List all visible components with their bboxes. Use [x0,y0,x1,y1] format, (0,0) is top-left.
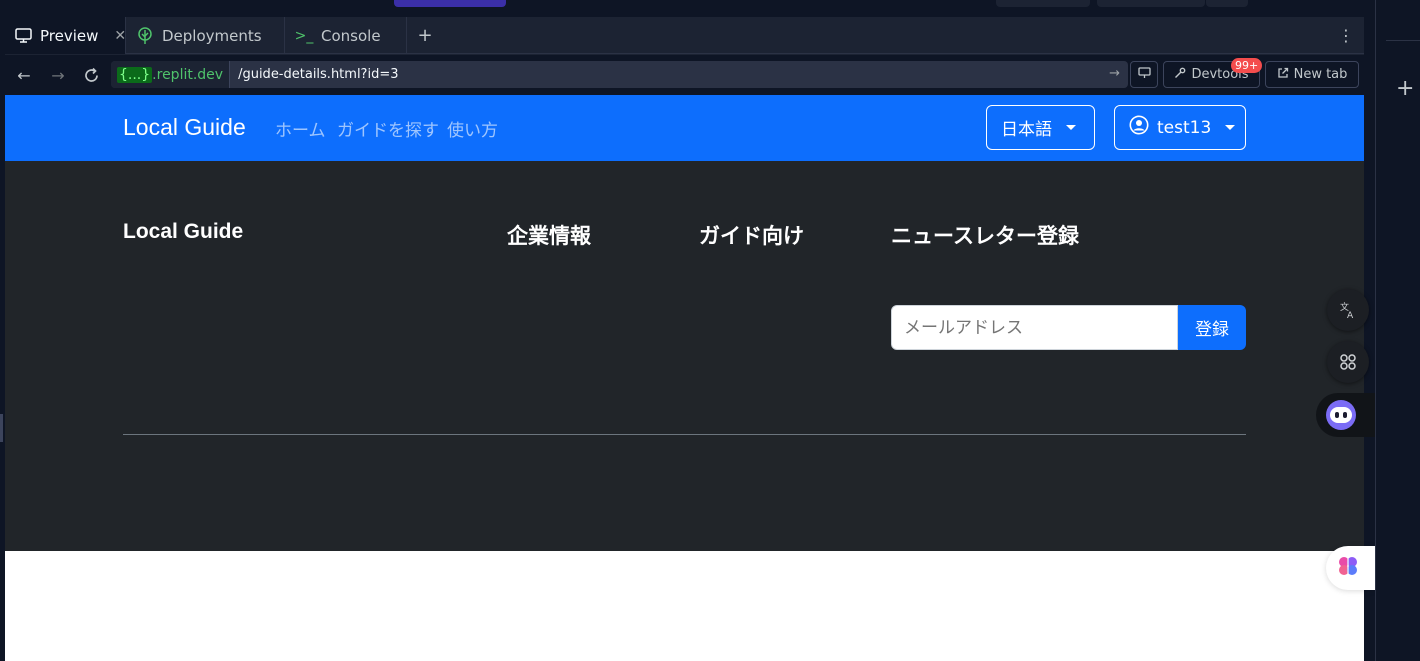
new-tab-button[interactable]: New tab [1265,61,1359,88]
footer-company-heading: 企業情報 [507,225,591,248]
brain-icon [1336,554,1360,582]
user-circle-icon [1129,115,1149,140]
newsletter-form: 登録 [891,305,1246,350]
site-navbar: Local Guide ホーム ガイドを探す 使い方 日本語 test13 [5,95,1364,161]
caret-down-icon [1225,125,1236,130]
url-bar: ← → {...} .replit.dev /guide-details.htm… [5,55,1364,95]
site-footer: Local Guide 企業情報 ガイド向け ニュースレター登録 登録 [5,161,1364,551]
toolbar-button-edge[interactable] [1206,0,1248,7]
gutter-divider [1386,40,1420,41]
language-dropdown[interactable]: 日本語 [986,105,1095,150]
language-label: 日本語 [1001,120,1052,140]
terminal-icon: >_ [294,27,314,44]
tab-preview[interactable]: Preview ✕ [5,17,126,54]
footer-divider [123,434,1246,435]
wrench-icon [1174,67,1186,83]
toolbar-button-edge[interactable] [1097,0,1205,7]
footer-newsletter-heading: ニュースレター登録 [891,225,1079,248]
external-link-icon [1277,67,1289,83]
close-icon[interactable]: ✕ [114,28,126,44]
newsletter-email-input[interactable] [891,305,1178,350]
tab-label: Preview [40,26,99,45]
footer-brand-heading: Local Guide [123,220,244,243]
forward-arrow-icon[interactable]: → [46,63,70,87]
run-button-edge[interactable] [394,0,506,7]
translate-icon[interactable]: 文A [1327,289,1369,331]
domain-brace: {...} [117,66,153,83]
user-dropdown[interactable]: test13 [1114,105,1246,150]
url-path[interactable]: /guide-details.html?id=3 [230,67,398,82]
deploy-icon [136,26,154,45]
tab-console[interactable]: >_ Console [285,17,407,54]
top-strip [0,0,1375,17]
toolbar-button-edge[interactable] [996,0,1090,7]
new-tab-label: New tab [1293,67,1348,82]
notification-badge: 99+ [1231,58,1263,73]
monitor-icon [15,27,32,45]
subscribe-button[interactable]: 登録 [1178,305,1246,350]
ai-brain-tab[interactable] [1326,546,1375,590]
devtools-button[interactable]: Devtools 99+ [1163,58,1263,88]
site-brand[interactable]: Local Guide [123,114,246,141]
back-arrow-icon[interactable]: ← [12,63,36,87]
url-field[interactable]: {...} .replit.dev /guide-details.html?id… [111,61,1128,88]
tab-label: Console [321,26,381,45]
tab-deployments[interactable]: Deployments [126,17,285,54]
nav-link-home[interactable]: ホーム [275,116,326,141]
nav-link-how-to-use[interactable]: 使い方 [447,116,498,141]
reload-icon[interactable] [79,63,103,87]
assistant-bot-tab[interactable] [1316,393,1375,437]
workspace-tabbar: Preview ✕ Deployments >_ Console + ⋮ [5,17,1364,54]
assistant-bot-icon [1326,400,1356,430]
add-pane-icon[interactable]: + [1396,76,1414,101]
user-label: test13 [1157,117,1212,138]
panel-resize-handle[interactable] [0,414,3,442]
more-options-icon[interactable]: ⋮ [1338,17,1354,54]
url-domain: {...} .replit.dev [111,61,231,88]
caret-down-icon [1066,125,1076,130]
preview-viewport: Local Guide ホーム ガイドを探す 使い方 日本語 test13 Lo… [5,95,1364,661]
svg-text:A: A [1347,311,1354,319]
nav-link-find-guides[interactable]: ガイドを探す [337,116,439,141]
add-tab-button[interactable]: + [410,17,440,54]
monitor-small-icon [1137,66,1151,83]
right-gutter: + [1375,0,1420,661]
go-arrow-icon[interactable]: → [1109,66,1120,81]
preview-panel: Preview ✕ Deployments >_ Console + ⋮ ← →… [5,17,1364,661]
footer-guides-heading: ガイド向け [699,225,804,248]
device-preview-button[interactable] [1130,61,1158,88]
domain-text: .replit.dev [152,66,224,83]
tab-label: Deployments [162,26,262,45]
command-icon[interactable] [1327,341,1369,383]
